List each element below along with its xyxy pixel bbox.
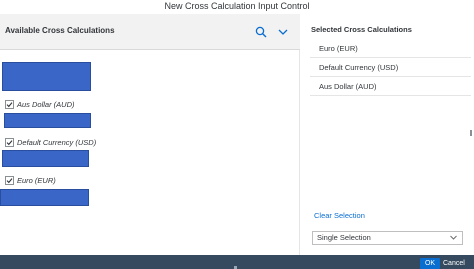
available-panel-title: Available Cross Calculations — [5, 26, 115, 35]
clear-selection-link[interactable]: Clear Selection — [314, 211, 365, 220]
list-item[interactable]: Euro (EUR) — [5, 174, 56, 186]
selected-item[interactable]: Aus Dollar (AUD) — [310, 78, 471, 96]
checkbox[interactable] — [5, 99, 14, 109]
checkmark-icon — [6, 101, 13, 107]
checkmark-icon — [6, 139, 13, 145]
checkbox[interactable] — [5, 175, 14, 185]
selected-item[interactable]: Default Currency (USD) — [310, 59, 471, 77]
ok-button[interactable]: OK — [420, 258, 440, 269]
redacted-block — [4, 113, 91, 128]
available-list: Aus Dollar (AUD) Default Currency (USD) … — [0, 50, 300, 255]
list-item[interactable]: Aus Dollar (AUD) — [5, 98, 75, 110]
list-item-label: Euro (EUR) — [17, 175, 56, 185]
list-item[interactable]: Default Currency (USD) — [5, 136, 96, 148]
checkmark-icon — [6, 177, 13, 183]
selected-panel-title: Selected Cross Calculations — [311, 25, 412, 34]
selection-mode-value: Single Selection — [317, 233, 371, 242]
chevron-down-icon — [449, 233, 458, 246]
available-panel-header: Available Cross Calculations — [0, 14, 300, 50]
checkbox[interactable] — [5, 137, 14, 147]
cancel-button[interactable]: Cancel — [443, 258, 474, 269]
list-item-label: Default Currency (USD) — [17, 137, 97, 147]
dialog-title: New Cross Calculation Input Control — [0, 0, 474, 14]
redacted-block — [2, 62, 91, 91]
selection-mode-select[interactable]: Single Selection — [312, 231, 463, 245]
list-item-label: Aus Dollar (AUD) — [17, 99, 75, 109]
chevron-down-icon[interactable] — [275, 24, 291, 40]
dialog-footer: OK Cancel — [0, 255, 474, 269]
resize-handle[interactable] — [470, 130, 472, 136]
selected-cross-calculations-panel: Selected Cross Calculations Euro (EUR) D… — [301, 14, 474, 255]
search-icon[interactable] — [253, 24, 269, 40]
redacted-block — [0, 189, 89, 206]
redacted-block — [2, 150, 89, 167]
selected-item[interactable]: Euro (EUR) — [310, 40, 471, 58]
available-cross-calculations-panel: Available Cross Calculations Aus Dollar … — [0, 14, 300, 255]
